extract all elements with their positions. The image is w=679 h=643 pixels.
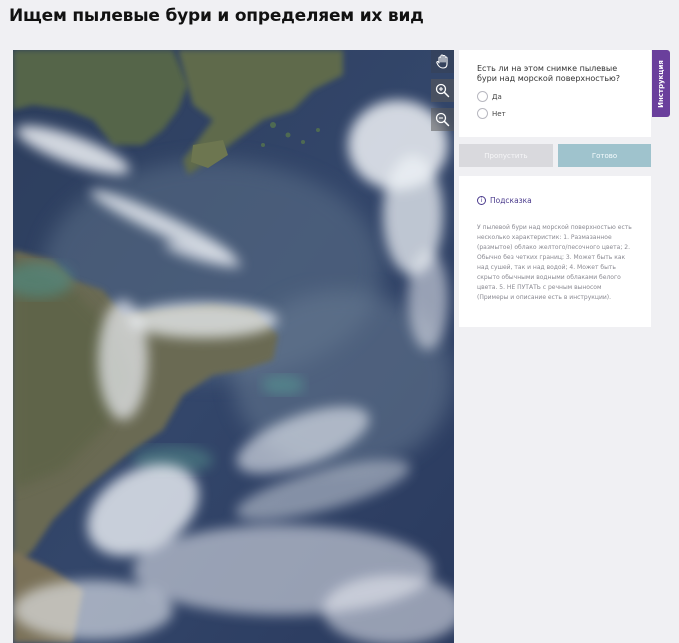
option-no-label: Нет — [492, 109, 506, 118]
radio-no[interactable] — [477, 108, 488, 119]
zoom-in-button[interactable] — [431, 79, 454, 102]
question-card: Есть ли на этом снимке пылевые бури над … — [459, 50, 651, 137]
radio-yes[interactable] — [477, 91, 488, 102]
hand-icon — [435, 53, 448, 69]
instructions-tab[interactable]: Инструкция — [652, 50, 670, 117]
satellite-image-canvas — [13, 50, 454, 643]
info-icon: i — [477, 196, 486, 205]
hint-card: i Подсказка У пылевой бури над морской п… — [459, 176, 651, 327]
done-button[interactable]: Готово — [558, 144, 651, 167]
image-toolbar — [431, 50, 454, 137]
instructions-tab-label: Инструкция — [657, 59, 666, 108]
zoom-out-icon — [435, 112, 450, 127]
option-no[interactable]: Нет — [477, 108, 633, 119]
skip-button[interactable]: Пропустить — [459, 144, 553, 167]
zoom-out-button[interactable] — [431, 108, 454, 131]
pan-tool-button[interactable] — [431, 50, 454, 73]
question-text: Есть ли на этом снимке пылевые бури над … — [477, 64, 621, 83]
hint-header[interactable]: i Подсказка — [477, 196, 633, 205]
zoom-in-icon — [435, 83, 450, 98]
hint-title: Подсказка — [490, 196, 532, 205]
hint-text: У пылевой бури над морской поверхностью … — [477, 224, 632, 301]
option-yes[interactable]: Да — [477, 91, 633, 102]
page-title: Ищем пылевые бури и определяем их вид — [9, 6, 424, 26]
option-yes-label: Да — [492, 92, 502, 101]
satellite-image[interactable] — [13, 50, 454, 643]
